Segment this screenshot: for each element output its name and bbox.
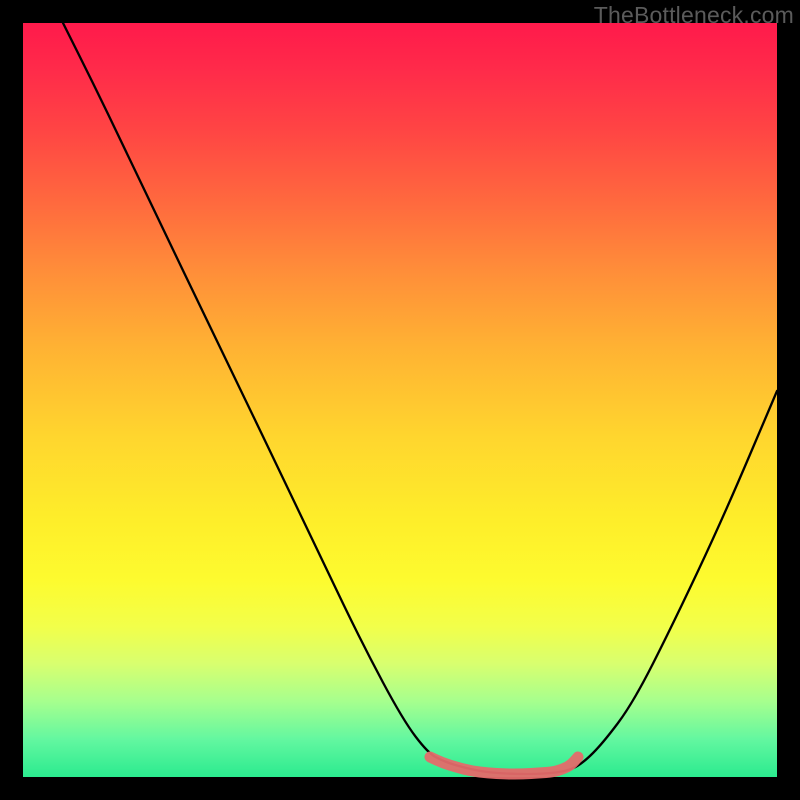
plot-area [23,23,777,777]
chart-stage: TheBottleneck.com [0,0,800,800]
highlight-band [23,23,777,777]
